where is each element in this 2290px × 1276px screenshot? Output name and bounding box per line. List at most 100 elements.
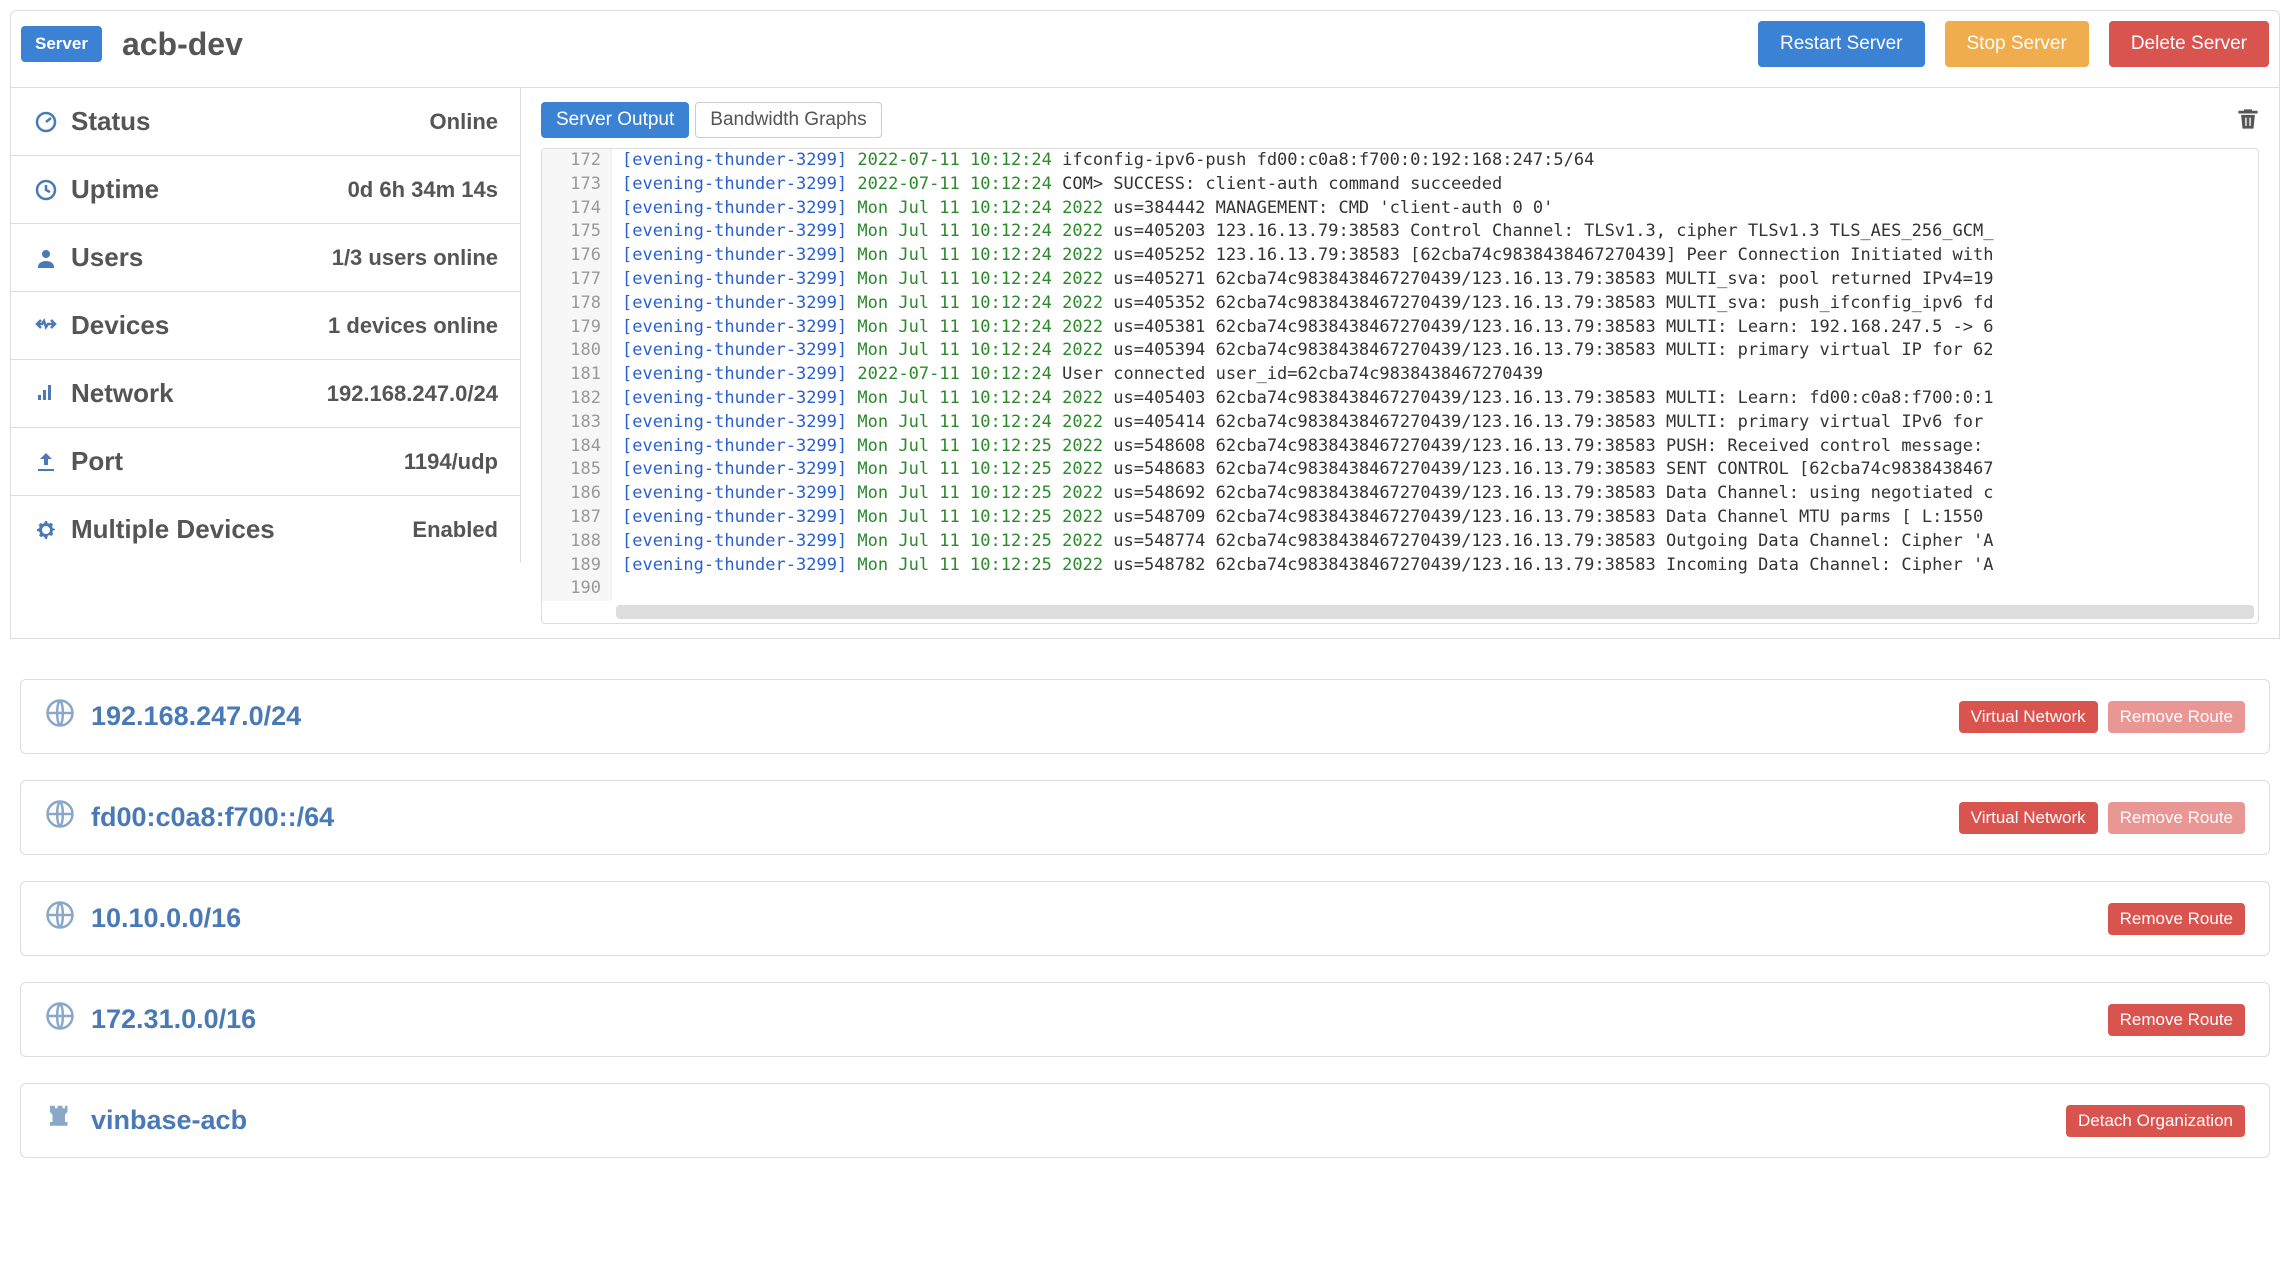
signal-icon bbox=[33, 381, 59, 407]
upload-icon bbox=[33, 449, 59, 475]
server-name: acb-dev bbox=[122, 26, 243, 63]
log-gutter: 174 bbox=[542, 197, 612, 221]
server-log[interactable]: 172[evening-thunder-3299] 2022-07-11 10:… bbox=[541, 148, 2259, 624]
log-gutter: 185 bbox=[542, 458, 612, 482]
log-gutter: 184 bbox=[542, 435, 612, 459]
log-gutter: 175 bbox=[542, 220, 612, 244]
log-gutter: 186 bbox=[542, 482, 612, 506]
log-text: [evening-thunder-3299] 2022-07-11 10:12:… bbox=[612, 149, 1604, 173]
sidebar-value: 1194/udp bbox=[404, 449, 498, 475]
sidebar-item-users: Users1/3 users online bbox=[11, 224, 521, 292]
log-gutter: 180 bbox=[542, 339, 612, 363]
organization-label: vinbase-acb bbox=[91, 1105, 247, 1136]
route-label: 192.168.247.0/24 bbox=[91, 701, 301, 732]
route-row: 192.168.247.0/24 Virtual Network Remove Ro… bbox=[20, 679, 2270, 754]
log-line: 173[evening-thunder-3299] 2022-07-11 10:… bbox=[542, 173, 2258, 197]
route-label: fd00:c0a8:f700::/64 bbox=[91, 802, 334, 833]
log-line: 181[evening-thunder-3299] 2022-07-11 10:… bbox=[542, 363, 2258, 387]
sidebar-item-devices: Devices 1 devices online bbox=[11, 292, 521, 360]
log-text: [evening-thunder-3299] Mon Jul 11 10:12:… bbox=[612, 482, 2004, 506]
log-gutter: 178 bbox=[542, 292, 612, 316]
log-gutter: 181 bbox=[542, 363, 612, 387]
log-line: 185[evening-thunder-3299] Mon Jul 11 10:… bbox=[542, 458, 2258, 482]
log-gutter: 188 bbox=[542, 530, 612, 554]
log-gutter: 187 bbox=[542, 506, 612, 530]
log-text: [evening-thunder-3299] Mon Jul 11 10:12:… bbox=[612, 220, 2004, 244]
log-line: 177[evening-thunder-3299] Mon Jul 11 10:… bbox=[542, 268, 2258, 292]
log-text: [evening-thunder-3299] Mon Jul 11 10:12:… bbox=[612, 458, 2004, 482]
sidebar-value: Online bbox=[430, 109, 498, 135]
globe-icon bbox=[45, 698, 75, 735]
sidebar-value: 1/3 users online bbox=[332, 245, 498, 271]
restart-server-button[interactable]: Restart Server bbox=[1758, 21, 1924, 67]
sidebar-item-multiple-devices: Multiple Devices Enabled bbox=[11, 496, 521, 563]
clear-log-icon[interactable] bbox=[2237, 106, 2259, 135]
log-gutter: 176 bbox=[542, 244, 612, 268]
log-text bbox=[612, 577, 632, 601]
log-line: 190 bbox=[542, 577, 2258, 601]
sidebar-label: Status bbox=[71, 106, 150, 137]
log-gutter: 189 bbox=[542, 554, 612, 578]
dashboard-icon bbox=[33, 109, 59, 135]
sidebar-label: Port bbox=[71, 446, 123, 477]
log-line: 175[evening-thunder-3299] Mon Jul 11 10:… bbox=[542, 220, 2258, 244]
remove-route-button[interactable]: Remove Route bbox=[2108, 903, 2245, 935]
sidebar-label: Devices bbox=[71, 310, 169, 341]
log-gutter: 183 bbox=[542, 411, 612, 435]
log-line: 188[evening-thunder-3299] Mon Jul 11 10:… bbox=[542, 530, 2258, 554]
server-header: Server acb-dev Restart Server Stop Serve… bbox=[10, 10, 2280, 88]
detach-organization-button[interactable]: Detach Organization bbox=[2066, 1105, 2245, 1137]
log-line: 179[evening-thunder-3299] Mon Jul 11 10:… bbox=[542, 316, 2258, 340]
sidebar-value: 192.168.247.0/24 bbox=[327, 381, 498, 407]
clock-icon bbox=[33, 177, 59, 203]
route-label: 172.31.0.0/16 bbox=[91, 1004, 256, 1035]
sidebar-value: Enabled bbox=[412, 517, 498, 543]
user-icon bbox=[33, 245, 59, 271]
sidebar-label: Network bbox=[71, 378, 174, 409]
log-text: [evening-thunder-3299] Mon Jul 11 10:12:… bbox=[612, 316, 2004, 340]
log-text: [evening-thunder-3299] Mon Jul 11 10:12:… bbox=[612, 554, 2004, 578]
log-gutter: 172 bbox=[542, 149, 612, 173]
log-line: 184[evening-thunder-3299] Mon Jul 11 10:… bbox=[542, 435, 2258, 459]
delete-server-button[interactable]: Delete Server bbox=[2109, 21, 2269, 67]
gear-icon bbox=[33, 517, 59, 543]
log-text: [evening-thunder-3299] Mon Jul 11 10:12:… bbox=[612, 435, 1993, 459]
devices-icon bbox=[33, 313, 59, 339]
virtual-network-badge: Virtual Network bbox=[1959, 701, 2098, 733]
log-text: [evening-thunder-3299] Mon Jul 11 10:12:… bbox=[612, 268, 2004, 292]
sidebar-value: 1 devices online bbox=[328, 313, 498, 339]
sidebar-label: Multiple Devices bbox=[71, 514, 275, 545]
tab-bandwidth-graphs[interactable]: Bandwidth Graphs bbox=[695, 102, 881, 138]
log-line: 180[evening-thunder-3299] Mon Jul 11 10:… bbox=[542, 339, 2258, 363]
log-text: [evening-thunder-3299] Mon Jul 11 10:12:… bbox=[612, 292, 2004, 316]
route-row: 172.31.0.0/16 Remove Route bbox=[20, 982, 2270, 1057]
sidebar-label: Uptime bbox=[71, 174, 159, 205]
sidebar: StatusOnlineUptime0d 6h 34m 14sUsers1/3 … bbox=[11, 88, 521, 638]
log-gutter: 173 bbox=[542, 173, 612, 197]
log-text: [evening-thunder-3299] Mon Jul 11 10:12:… bbox=[612, 387, 2004, 411]
log-text: [evening-thunder-3299] 2022-07-11 10:12:… bbox=[612, 173, 1512, 197]
remove-route-button: Remove Route bbox=[2108, 701, 2245, 733]
log-line: 187[evening-thunder-3299] Mon Jul 11 10:… bbox=[542, 506, 2258, 530]
horizontal-scrollbar[interactable] bbox=[616, 605, 2254, 619]
log-text: [evening-thunder-3299] Mon Jul 11 10:12:… bbox=[612, 197, 1563, 221]
remove-route-button[interactable]: Remove Route bbox=[2108, 1004, 2245, 1036]
tab-server-output[interactable]: Server Output bbox=[541, 102, 689, 138]
organization-row: vinbase-acb Detach Organization bbox=[20, 1083, 2270, 1158]
log-line: 178[evening-thunder-3299] Mon Jul 11 10:… bbox=[542, 292, 2258, 316]
log-line: 174[evening-thunder-3299] Mon Jul 11 10:… bbox=[542, 197, 2258, 221]
log-text: [evening-thunder-3299] Mon Jul 11 10:12:… bbox=[612, 506, 1993, 530]
log-text: [evening-thunder-3299] 2022-07-11 10:12:… bbox=[612, 363, 1553, 387]
log-gutter: 179 bbox=[542, 316, 612, 340]
log-text: [evening-thunder-3299] Mon Jul 11 10:12:… bbox=[612, 411, 1993, 435]
globe-icon bbox=[45, 799, 75, 836]
log-gutter: 190 bbox=[542, 577, 612, 601]
sidebar-item-status: Status Online bbox=[11, 88, 521, 156]
log-line: 176[evening-thunder-3299] Mon Jul 11 10:… bbox=[542, 244, 2258, 268]
log-text: [evening-thunder-3299] Mon Jul 11 10:12:… bbox=[612, 339, 2004, 363]
virtual-network-badge: Virtual Network bbox=[1959, 802, 2098, 834]
route-row: 10.10.0.0/16Remove Route bbox=[20, 881, 2270, 956]
stop-server-button[interactable]: Stop Server bbox=[1945, 21, 2089, 67]
log-line: 186[evening-thunder-3299] Mon Jul 11 10:… bbox=[542, 482, 2258, 506]
log-text: [evening-thunder-3299] Mon Jul 11 10:12:… bbox=[612, 244, 2004, 268]
